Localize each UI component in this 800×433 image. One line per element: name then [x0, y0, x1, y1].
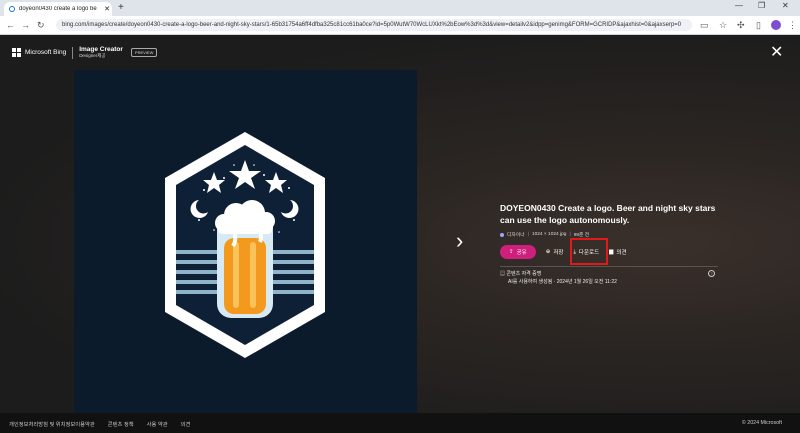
- meta-separator: |: [569, 232, 571, 237]
- content-credentials: ▤ 콘텐츠 자격 증명: [500, 270, 541, 277]
- tab-title: doyeon0430 create a logo be: [19, 6, 97, 12]
- new-tab-button[interactable]: +: [118, 2, 124, 13]
- extensions-icon[interactable]: ✣: [737, 19, 745, 31]
- window-close-icon[interactable]: ✕: [782, 1, 789, 10]
- address-bar: ← → ↻ bing.com/images/create/doyeon0430-…: [0, 16, 800, 35]
- generated-image[interactable]: [74, 70, 417, 413]
- footer: 개인정보처리방침 및 위치정보이용약관 콘텐츠 정책 사용 약관 의견 © 20…: [0, 413, 800, 433]
- minimize-icon[interactable]: —: [735, 1, 743, 10]
- brand-name: Microsoft Bing: [25, 49, 67, 56]
- next-image-icon[interactable]: ›: [456, 230, 463, 252]
- share-label: 공유: [516, 250, 527, 256]
- tab-close-icon[interactable]: ✕: [102, 5, 112, 13]
- preview-badge: PREVIEW: [130, 48, 158, 57]
- designer-icon: [500, 232, 504, 237]
- share-button[interactable]: ⇪ 공유: [500, 245, 536, 259]
- browser-tab[interactable]: doyeon0430 create a logo be ✕: [4, 2, 112, 16]
- maximize-icon[interactable]: ❐: [758, 1, 765, 10]
- feedback-icon: ▆: [609, 249, 614, 255]
- copyright: © 2024 Microsoft: [741, 420, 782, 426]
- brand-divider: [72, 46, 74, 59]
- save-button[interactable]: ⊕ 저장: [546, 248, 564, 256]
- back-icon[interactable]: ←: [6, 19, 15, 31]
- share-icon: ⇪: [509, 249, 514, 255]
- bing-favicon-icon: [9, 6, 15, 12]
- help-icon[interactable]: ?: [708, 270, 715, 277]
- meta-size: 1024 × 1024 jpg: [531, 232, 567, 237]
- footer-link-feedback[interactable]: 의견: [181, 420, 191, 428]
- profile-avatar[interactable]: [771, 20, 781, 30]
- meta-time: 98준 전: [573, 233, 590, 238]
- forward-icon[interactable]: →: [21, 19, 30, 31]
- credentials-detail: AI를 사용하여 생성됨 · 2024년 1월 26일 오전 11:22: [508, 279, 617, 285]
- sidepanel-icon[interactable]: ▯: [756, 19, 761, 31]
- url-input[interactable]: bing.com/images/create/doyeon0430-create…: [56, 19, 692, 31]
- panel-divider: [500, 266, 718, 267]
- meta-separator: |: [527, 232, 529, 237]
- microsoft-logo-icon: [12, 48, 21, 57]
- cast-icon[interactable]: ▭: [700, 19, 709, 31]
- footer-links: 개인정보처리방침 및 위치정보이용약관 콘텐츠 정책 사용 약관 의견: [9, 420, 203, 428]
- browser-tab-bar: doyeon0430 create a logo be ✕ + — ❐ ✕: [0, 0, 800, 16]
- feedback-label: 의견: [616, 250, 627, 256]
- feedback-button[interactable]: ▆ 의견: [609, 248, 626, 256]
- save-label: 저장: [553, 250, 564, 256]
- image-meta: 디자이너 | 1024 × 1024 jpg | 98준 전: [500, 231, 589, 238]
- app-subtitle: Designer제공: [79, 53, 106, 58]
- app-title: Image Creator: [79, 46, 123, 53]
- meta-creator: 디자이너: [507, 233, 525, 238]
- credentials-title: 콘텐츠 자격 증명: [506, 271, 542, 277]
- image-creator-title: Image Creator Designer제공: [79, 46, 123, 59]
- save-icon: ⊕: [545, 249, 551, 255]
- footer-link-content-policy[interactable]: 콘텐츠 정책: [108, 420, 134, 428]
- reload-icon[interactable]: ↻: [37, 19, 45, 31]
- bookmark-star-icon[interactable]: ☆: [719, 19, 727, 31]
- download-highlight-box: [570, 238, 608, 265]
- header-brand[interactable]: Microsoft Bing Image Creator Designer제공 …: [12, 46, 158, 59]
- close-viewer-icon[interactable]: ✕: [770, 45, 783, 61]
- image-prompt: DOYEON0430 Create a logo. Beer and night…: [500, 203, 716, 225]
- menu-icon[interactable]: ⋮: [788, 19, 797, 31]
- footer-link-privacy[interactable]: 개인정보처리방침 및 위치정보이용약관: [9, 420, 95, 428]
- beer-logo-image: [165, 132, 325, 358]
- footer-link-terms[interactable]: 사용 약관: [147, 420, 168, 428]
